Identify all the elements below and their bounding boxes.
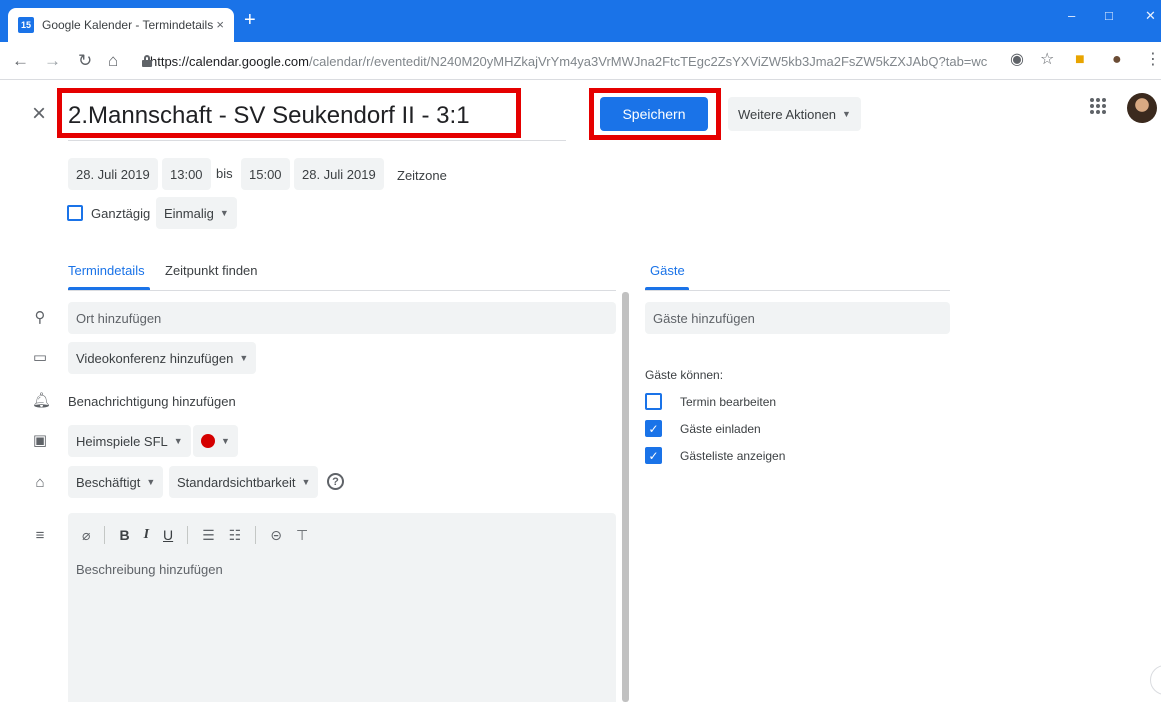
- browser-toolbar: ← → ↻ ⌂ https://calendar.google.com/cale…: [0, 42, 1161, 80]
- attachment-icon[interactable]: ⌀: [82, 527, 90, 544]
- more-actions-label: Weitere Aktionen: [738, 106, 837, 122]
- tab-guests[interactable]: Gäste: [650, 263, 685, 278]
- allday-checkbox[interactable]: [67, 205, 83, 221]
- event-title-input[interactable]: 2.Mannschaft - SV Seukendorf II - 3:1: [68, 102, 470, 130]
- location-pin-icon: ⚲: [34, 309, 46, 326]
- save-button[interactable]: Speichern: [600, 97, 708, 131]
- permission-invite-guests[interactable]: ✓ Gäste einladen: [645, 420, 761, 437]
- chevron-down-icon: ▼: [221, 436, 230, 446]
- end-date-chip[interactable]: 28. Juli 2019: [294, 158, 384, 190]
- tab-title: Google Kalender - Termindetails: [42, 18, 214, 32]
- add-notification-link[interactable]: Benachrichtigung hinzufügen: [68, 394, 236, 409]
- event-color-dropdown[interactable]: ▼: [193, 425, 238, 457]
- apps-grid-icon[interactable]: [1090, 98, 1106, 114]
- guests-divider: [645, 290, 950, 291]
- underline-icon[interactable]: U: [163, 527, 173, 543]
- briefcase-icon: ⌂: [35, 474, 45, 491]
- calendar-name: Heimspiele SFL: [76, 433, 168, 449]
- menu-icon[interactable]: ⋮: [1145, 52, 1161, 68]
- numbered-list-icon[interactable]: ☰: [202, 527, 215, 544]
- description-lines-icon: ≡: [35, 527, 45, 544]
- italic-icon[interactable]: I: [144, 527, 149, 543]
- permission-label: Termin bearbeiten: [680, 394, 777, 409]
- description-placeholder: Beschreibung hinzufügen: [76, 562, 223, 577]
- title-underline: [68, 140, 566, 141]
- start-time-chip[interactable]: 13:00: [162, 158, 211, 190]
- tabs-divider: [68, 290, 616, 291]
- end-time-chip[interactable]: 15:00: [241, 158, 290, 190]
- availability-label: Beschäftigt: [76, 474, 141, 490]
- calendar-icon: ▣: [32, 432, 48, 449]
- start-date-chip[interactable]: 28. Juli 2019: [68, 158, 158, 190]
- to-label: bis: [216, 166, 233, 181]
- close-editor-icon[interactable]: ×: [32, 102, 46, 126]
- maximize-icon[interactable]: □: [1105, 8, 1113, 23]
- reload-icon[interactable]: ↻: [78, 52, 92, 69]
- location-input[interactable]: Ort hinzufügen: [68, 302, 616, 334]
- chevron-down-icon: ▼: [173, 436, 183, 446]
- timezone-link[interactable]: Zeitzone: [397, 168, 447, 183]
- guests-can-label: Gäste können:: [645, 368, 724, 382]
- calendar-dropdown[interactable]: Heimspiele SFL ▼: [68, 425, 191, 457]
- extension-icon[interactable]: ■: [1075, 52, 1085, 68]
- forward-arrow-icon[interactable]: →: [44, 52, 61, 69]
- new-tab-button[interactable]: +: [244, 10, 256, 30]
- browser-tab[interactable]: 15 Google Kalender - Termindetails ×: [8, 8, 234, 42]
- chevron-down-icon: ▼: [146, 477, 156, 487]
- address-bar[interactable]: https://calendar.google.com/calendar/r/e…: [142, 49, 987, 73]
- chevron-down-icon: ▼: [239, 353, 249, 363]
- avatar[interactable]: [1127, 93, 1157, 123]
- video-conference-dropdown[interactable]: Videokonferenz hinzufügen ▼: [68, 342, 257, 374]
- permission-label: Gästeliste anzeigen: [680, 448, 786, 463]
- browser-tab-strip: 15 Google Kalender - Termindetails × + –…: [0, 0, 1161, 42]
- url-text: https://calendar.google.com/calendar/r/e…: [150, 53, 988, 69]
- recurrence-dropdown[interactable]: Einmalig ▼: [156, 197, 237, 229]
- scrollbar[interactable]: [622, 292, 629, 702]
- color-swatch: [201, 434, 215, 448]
- chevron-down-icon: ▼: [301, 477, 311, 487]
- bulleted-list-icon[interactable]: ☷: [229, 527, 242, 544]
- allday-label: Ganztägig: [91, 206, 151, 221]
- home-icon[interactable]: ⌂: [108, 52, 118, 69]
- tab-event-details[interactable]: Termindetails: [68, 263, 145, 278]
- bookmark-star-icon[interactable]: ☆: [1040, 52, 1054, 68]
- profile-icon[interactable]: ●: [1112, 52, 1122, 68]
- permission-edit-event[interactable]: Termin bearbeiten: [645, 393, 776, 410]
- chevron-down-icon: ▼: [842, 109, 851, 119]
- calendar-favicon-icon: 15: [18, 17, 34, 33]
- more-actions-dropdown[interactable]: Weitere Aktionen ▼: [728, 97, 861, 131]
- checkmark-icon[interactable]: ✓: [645, 420, 662, 437]
- tab-close-icon[interactable]: ×: [216, 17, 224, 32]
- checkmark-icon[interactable]: ✓: [645, 447, 662, 464]
- window-close-icon[interactable]: ✕: [1145, 8, 1156, 24]
- bold-icon[interactable]: B: [119, 527, 129, 543]
- side-panel-toggle[interactable]: [1150, 665, 1161, 695]
- video-conference-label: Videokonferenz hinzufügen: [76, 350, 234, 366]
- description-toolbar: ⌀ B I U ☰ ☷ ⊝ ⊤: [82, 526, 308, 544]
- add-guests-input[interactable]: Gäste hinzufügen: [645, 302, 950, 334]
- eye-icon[interactable]: ◉: [1010, 52, 1024, 68]
- clear-formatting-icon[interactable]: ⊤: [296, 527, 308, 544]
- link-icon[interactable]: ⊝: [270, 527, 282, 544]
- checkbox-unchecked[interactable]: [645, 393, 662, 410]
- bell-icon: 🔔︎: [32, 392, 52, 409]
- help-icon[interactable]: ?: [327, 473, 344, 490]
- back-arrow-icon[interactable]: ←: [12, 52, 29, 69]
- tab-find-time[interactable]: Zeitpunkt finden: [165, 263, 258, 278]
- minimize-icon[interactable]: –: [1068, 8, 1075, 23]
- visibility-dropdown[interactable]: Standardsichtbarkeit ▼: [169, 466, 319, 498]
- availability-dropdown[interactable]: Beschäftigt ▼: [68, 466, 164, 498]
- permission-label: Gäste einladen: [680, 421, 761, 436]
- video-camera-icon: ▭: [32, 349, 48, 366]
- chevron-down-icon: ▼: [219, 208, 229, 218]
- visibility-label: Standardsichtbarkeit: [177, 474, 296, 490]
- recurrence-label: Einmalig: [164, 205, 214, 221]
- permission-see-guest-list[interactable]: ✓ Gästeliste anzeigen: [645, 447, 785, 464]
